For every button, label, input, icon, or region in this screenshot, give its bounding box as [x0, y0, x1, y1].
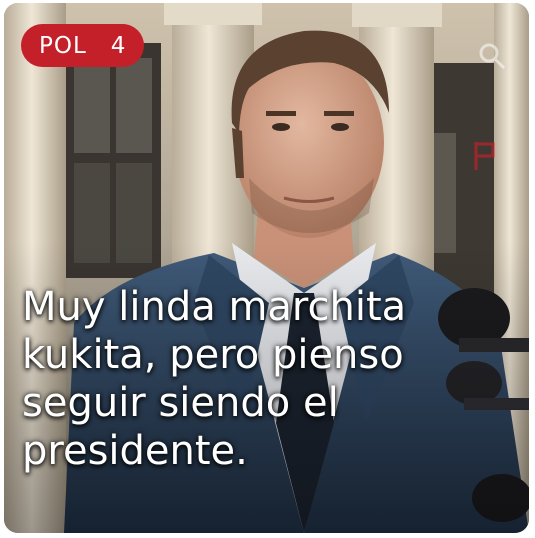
badge-number: 4: [110, 32, 127, 59]
post-image-card[interactable]: POL 4 Muy linda marchita kukita, pero pi…: [4, 3, 529, 533]
caption-line: kukita, pero pienso: [22, 332, 404, 378]
caption-line: presidente.: [22, 428, 248, 474]
search-icon: [477, 41, 507, 75]
meme-caption: Muy linda marchita kukita, pero pienso s…: [22, 283, 512, 475]
section-badge: POL 4: [21, 24, 145, 67]
caption-line: Muy linda marchita: [22, 284, 407, 330]
caption-line: seguir siendo el: [22, 380, 339, 426]
flag-icon: [473, 140, 495, 176]
badge-section: POL: [39, 32, 87, 59]
